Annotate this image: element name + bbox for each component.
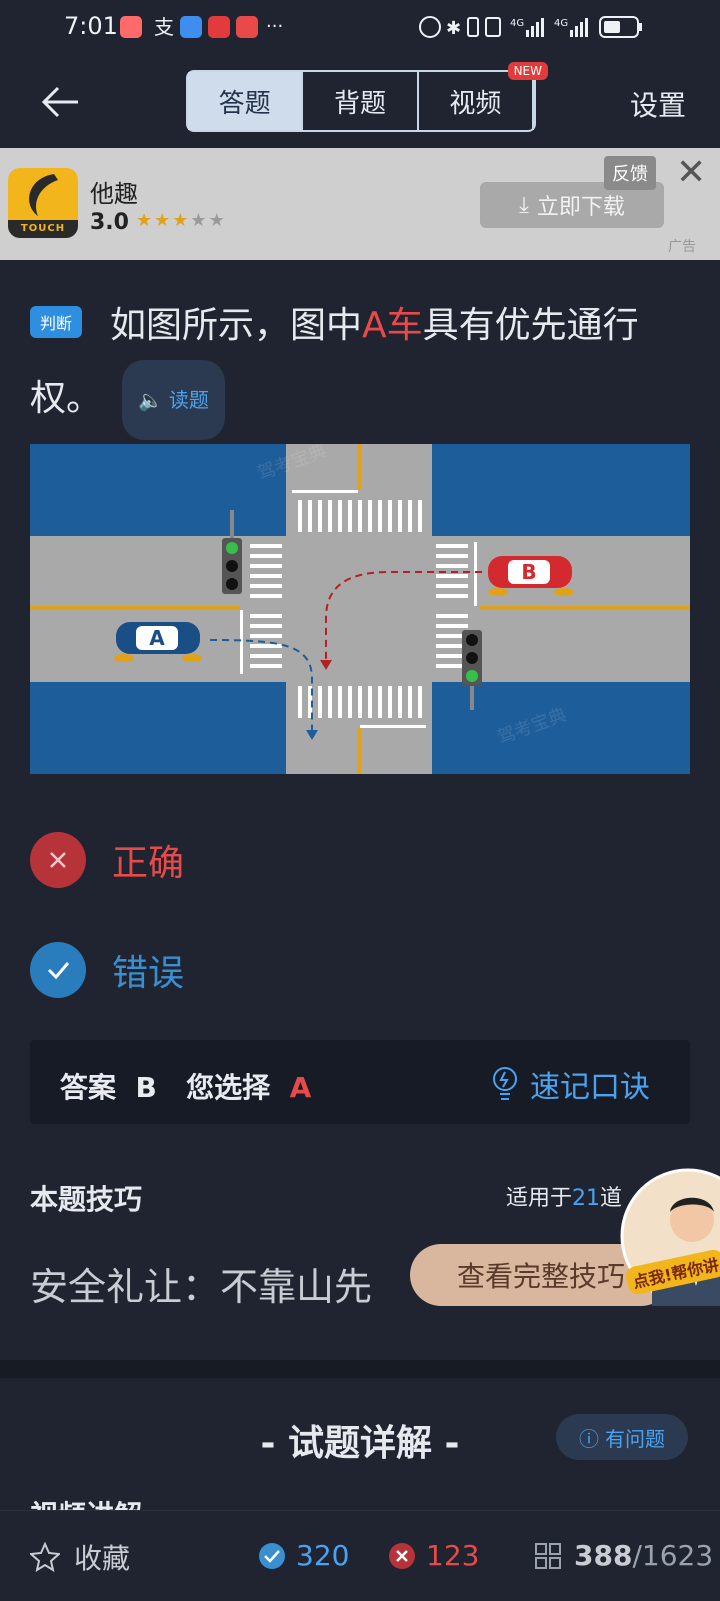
speaker-icon: 🔈 [138,388,163,412]
question-progress[interactable]: 388/1623 [534,1539,713,1572]
lightbulb-icon [493,1067,517,1100]
svg-text:4G: 4G [510,18,524,29]
your-choice-value: A [289,1071,312,1104]
read-question-label: 读题 [168,388,209,412]
settings-button[interactable]: 设置 [630,84,686,124]
tips-title: 本题技巧 [30,1183,143,1216]
question-text-part: 如图所示，图中 [110,305,363,346]
answer-bar: 答案 B 您选择 A 速记口诀 [30,1040,690,1124]
grid-icon [535,1542,561,1569]
system-status-icons: ✱ 4G 4G [419,16,642,39]
favorite-label: 收藏 [74,1542,131,1575]
wrong-circle-icon [389,1542,415,1569]
option-label: 正确 [112,843,185,884]
star-icon: ★ [208,210,227,231]
star-icon: ★ [172,210,191,231]
section-divider [0,1360,720,1378]
ad-tag: 广告 [668,239,696,255]
option-false[interactable]: 错误 [30,942,184,998]
question-text: 如图所示，图中A车具有优先通行权。 🔈 读题 [30,292,690,440]
wrong-mark-icon [30,832,86,888]
tab-memorize[interactable]: 背题 [303,72,419,130]
check-icon [30,942,86,998]
wrong-count-value: 123 [426,1539,480,1572]
report-problem-button[interactable]: ⓘ 有问题 [556,1414,688,1460]
tips-text: 安全礼让：不靠山先 [30,1265,373,1309]
read-question-button[interactable]: 🔈 读题 [122,360,225,440]
star-outline-icon [30,1542,60,1572]
svg-text:支: 支 [154,15,174,39]
ad-logo-text: TOUCH [8,220,78,238]
ad-banner[interactable]: TOUCH 他趣 3.0 ★★★★★ ⤓ 立即下载 反馈 ✕ 广告 [0,148,720,260]
ad-rating: 3.0 [90,210,129,235]
status-bar: 7:01 支 ··· ✱ 4G 4G [0,0,720,56]
memo-label: 速记口诀 [530,1070,650,1105]
top-nav: 答题 背题 视频 NEW 设置 [0,56,720,148]
current-question-number: 388 [574,1539,633,1572]
status-time: 7:01 [64,12,118,40]
question-image: A B 驾考宝典 驾考宝典 [30,444,690,774]
applies-prefix: 适用于 [506,1186,573,1211]
total-questions: /1623 [632,1539,714,1572]
new-badge: NEW [507,62,548,80]
your-choice-label: 您选择 [186,1071,271,1104]
star-icon: ★ [190,210,209,231]
correct-count-value: 320 [296,1539,350,1572]
mode-tabs: 答题 背题 视频 NEW [186,62,548,132]
banana-icon [29,174,58,216]
wrong-count[interactable]: 123 [388,1539,479,1572]
tab-answer[interactable]: 答题 [188,72,304,130]
memo-button[interactable]: 速记口诀 [490,1062,650,1106]
question-icon: ⓘ [579,1426,599,1451]
tutor-avatar[interactable]: 点我!帮你讲 [618,1166,720,1306]
ad-feedback-button[interactable]: 反馈 [604,156,656,190]
notification-icons: 支 ··· [120,15,283,39]
answer-label: 答案 [60,1071,117,1104]
question-highlight: A车 [362,305,423,346]
close-icon[interactable]: ✕ [676,152,706,193]
download-icon: ⤓ [519,192,529,218]
star-icon: ★ [136,210,155,231]
tab-video[interactable]: 视频 [419,72,534,130]
star-icon: ★ [154,210,173,231]
svg-text:···: ··· [266,16,283,37]
tips-applies: 适用于21道 [506,1180,622,1212]
back-arrow-icon[interactable] [38,80,82,124]
report-problem-label: 有问题 [605,1426,665,1451]
ad-app-logo: TOUCH [8,168,78,238]
bottom-bar: 收藏 320 123 388/1623 [0,1510,720,1601]
applies-count: 21 [572,1186,601,1211]
car-b-label: B [521,560,536,584]
rating-stars: ★★★★★ [136,210,227,231]
ad-app-name: 他趣 [90,180,138,208]
option-label: 错误 [112,953,185,994]
correct-count[interactable]: 320 [258,1539,349,1572]
svg-text:✱: ✱ [446,18,461,39]
favorite-button[interactable]: 收藏 [30,1537,130,1577]
option-true[interactable]: 正确 [30,832,184,888]
svg-text:4G: 4G [554,18,568,29]
answer-summary: 答案 B 您选择 A [60,1066,311,1106]
car-a-label: A [149,626,165,650]
download-label: 立即下载 [536,195,625,220]
answer-value: B [135,1071,157,1104]
check-circle-icon [259,1542,285,1569]
